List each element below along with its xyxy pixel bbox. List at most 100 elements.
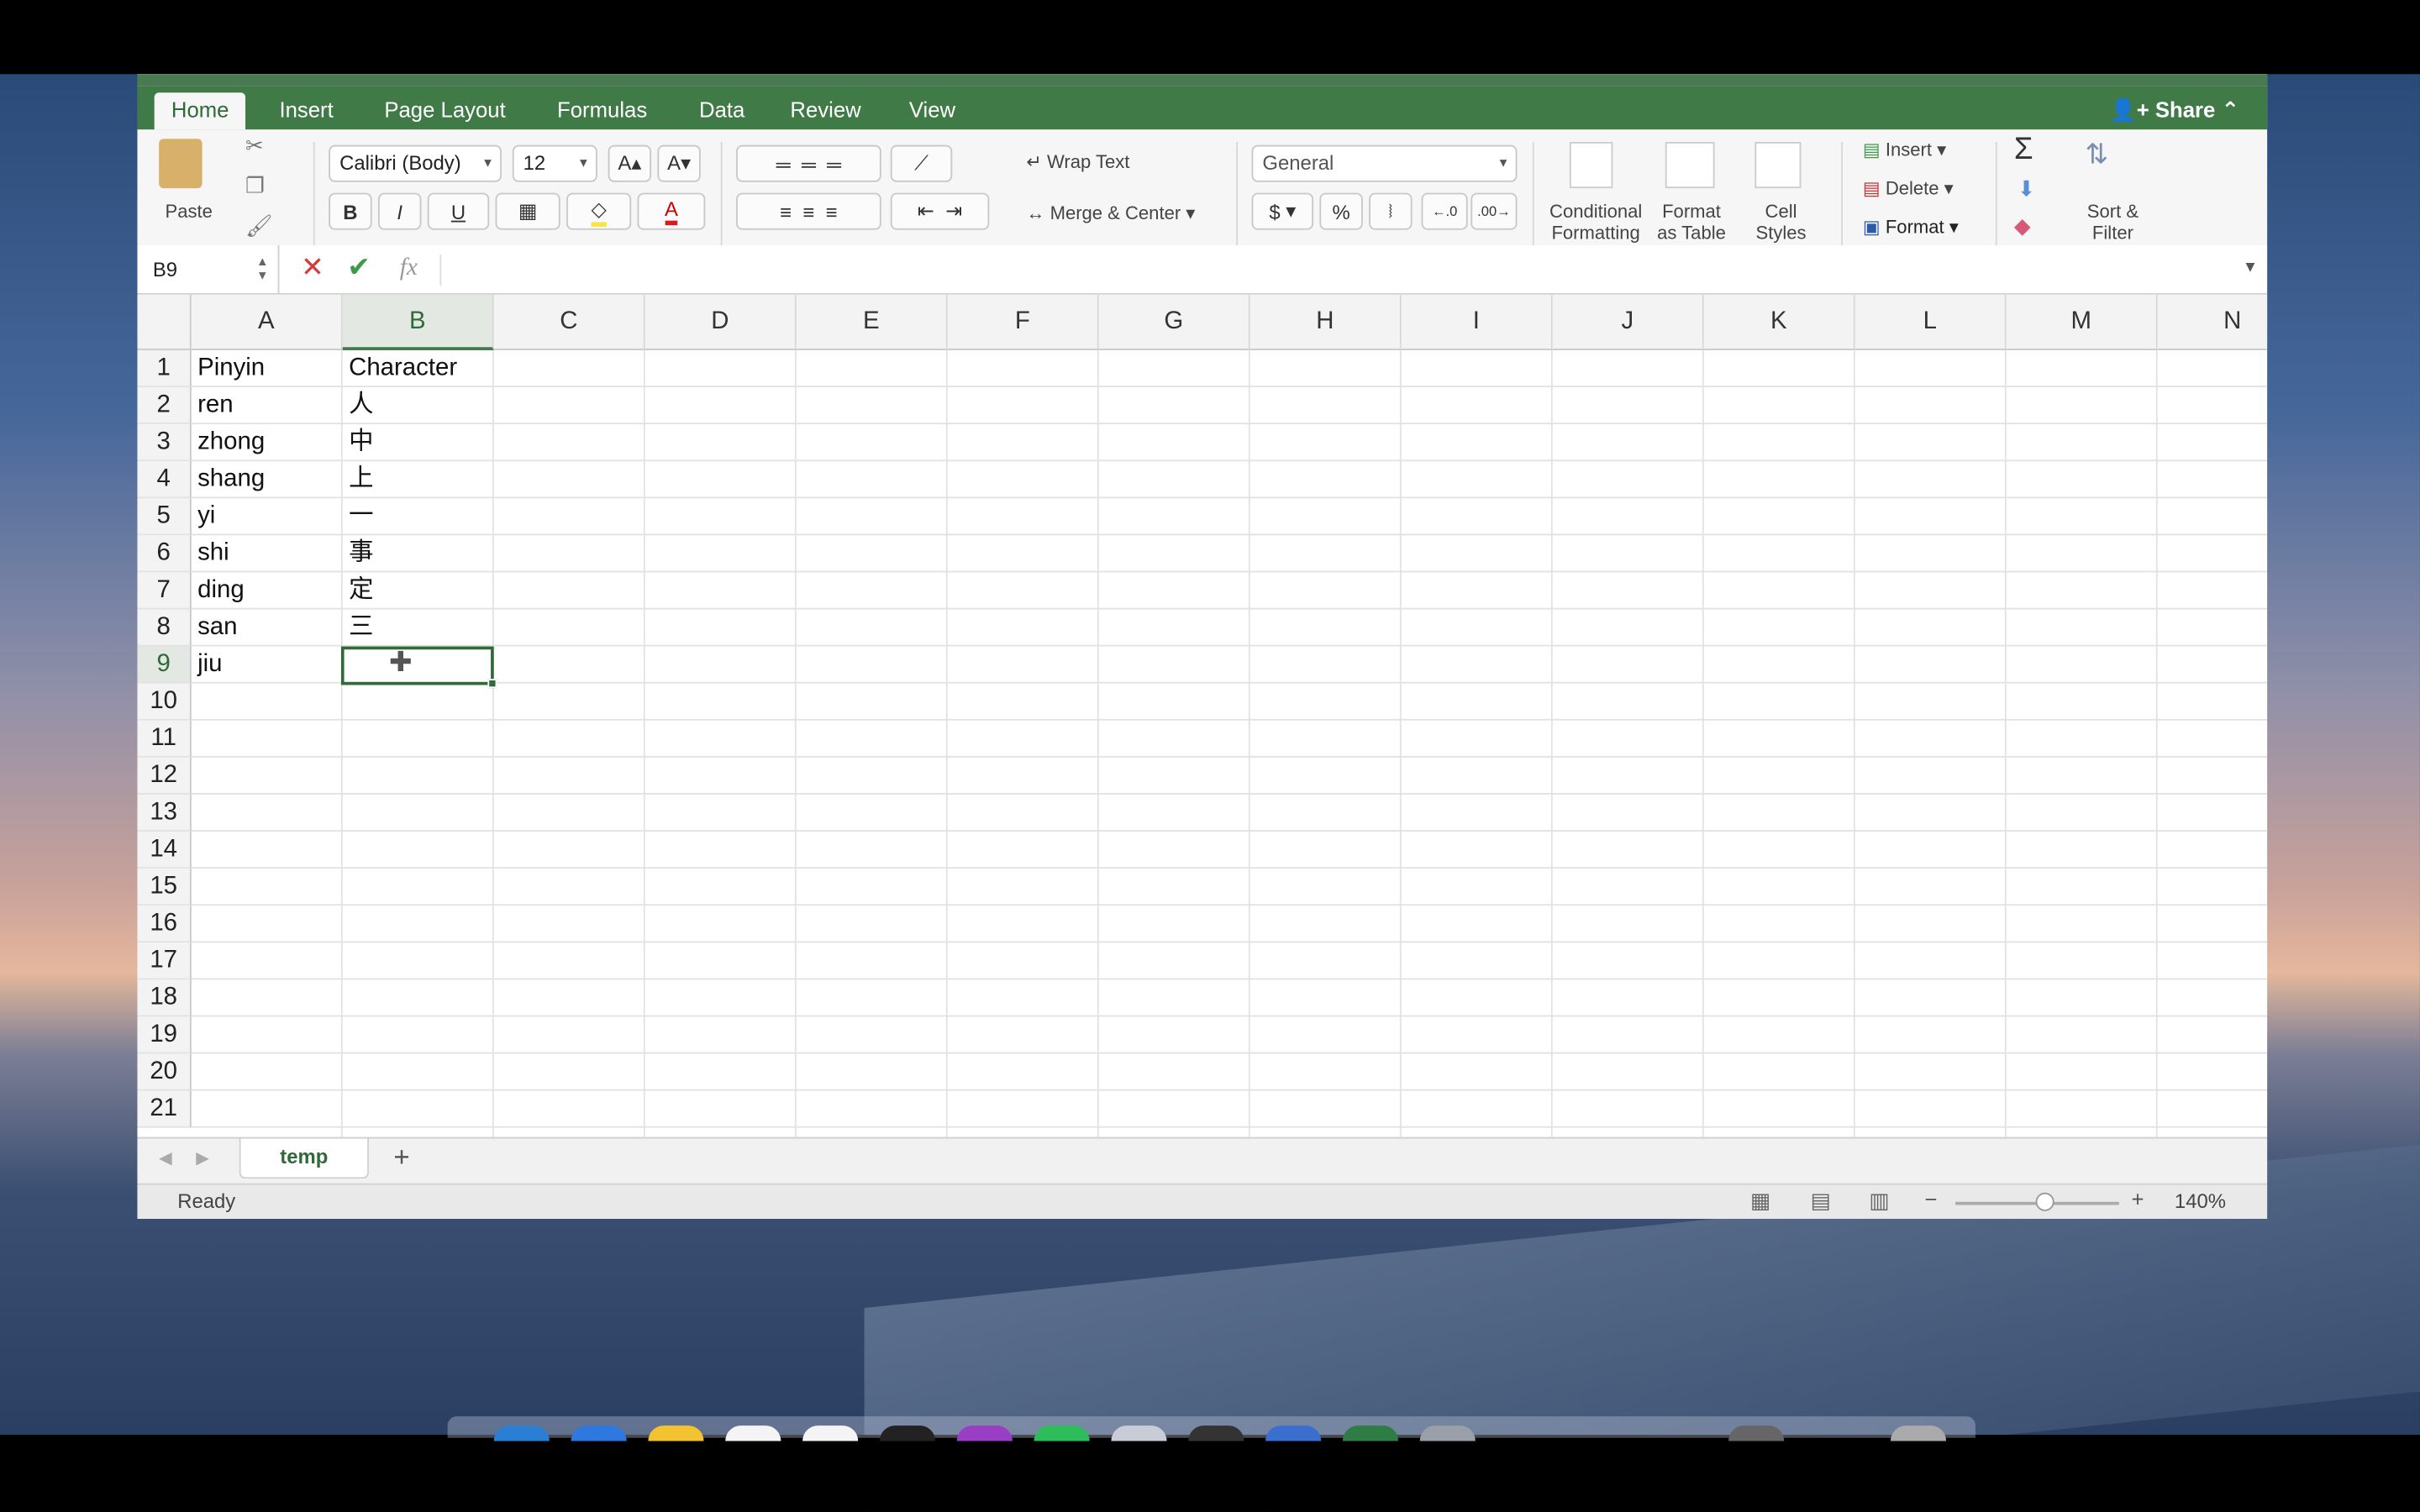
row-header-19[interactable]: 19 [137, 1016, 192, 1054]
cell-b5[interactable]: 一 [343, 498, 494, 535]
cell-a2[interactable]: ren [192, 387, 343, 424]
row-header-8[interactable]: 8 [137, 609, 192, 647]
preview-icon[interactable] [1111, 1425, 1167, 1441]
safari-icon[interactable] [571, 1425, 627, 1441]
messages-icon[interactable] [1034, 1425, 1090, 1441]
cell-b8[interactable]: 三 [343, 609, 494, 646]
tab-data[interactable]: Data [682, 92, 762, 129]
zoom-slider-thumb[interactable] [2035, 1192, 2054, 1211]
tab-page-layout[interactable]: Page Layout [367, 92, 523, 129]
cell-b1[interactable]: Character [343, 350, 494, 387]
browser-icon[interactable] [1265, 1425, 1322, 1441]
podcast-icon[interactable] [956, 1425, 1013, 1441]
sheet-tab-temp[interactable]: temp [239, 1138, 369, 1179]
cut-icon[interactable]: ✂ [245, 133, 264, 159]
row-header-11[interactable]: 11 [137, 720, 192, 758]
column-header-j[interactable]: J [1552, 294, 1704, 350]
zoom-in-icon[interactable]: + [2131, 1186, 2144, 1210]
increase-decimal-button[interactable]: ←.0 [1421, 192, 1468, 230]
conditional-formatting-button[interactable]: Conditional Formatting [1549, 201, 1642, 244]
cancel-icon[interactable]: ✕ [301, 251, 324, 284]
cell-a5[interactable]: yi [192, 498, 343, 535]
cell-styles-icon[interactable] [1754, 141, 1802, 189]
fill-handle[interactable] [487, 679, 497, 689]
row-header-10[interactable]: 10 [137, 683, 192, 721]
settings-icon[interactable] [1419, 1425, 1476, 1441]
fill-color-button[interactable]: ◇ [566, 192, 632, 230]
row-header-18[interactable]: 18 [137, 979, 192, 1017]
row-header-9[interactable]: 9 [137, 646, 192, 684]
align-right-icon[interactable]: ≡ [826, 200, 838, 223]
underline-button[interactable]: U [427, 192, 490, 230]
cell-styles-button[interactable]: Cell Styles [1747, 201, 1815, 244]
select-all-corner[interactable] [137, 294, 192, 350]
dock[interactable] [447, 1416, 1975, 1441]
cell-b3[interactable]: 中 [343, 424, 494, 461]
format-as-table-icon[interactable] [1665, 141, 1715, 189]
page-layout-view-icon[interactable]: ▤ [1810, 1188, 1830, 1214]
increase-font-size-button[interactable]: A▴ [608, 144, 652, 182]
zoom-out-icon[interactable]: − [1924, 1186, 1937, 1210]
row-header-6[interactable]: 6 [137, 535, 192, 573]
column-header-g[interactable]: G [1098, 294, 1250, 350]
selected-cell-outline[interactable] [340, 646, 497, 689]
currency-button[interactable]: $ ▾ [1251, 192, 1314, 230]
align-bottom-icon[interactable]: ═ [827, 152, 841, 176]
tab-view[interactable]: View [892, 92, 973, 129]
comma-style-button[interactable]: ⧘ [1369, 192, 1413, 230]
format-painter-icon[interactable]: 🖌 [245, 213, 273, 239]
column-header-d[interactable]: D [644, 294, 797, 350]
column-header-e[interactable]: E [796, 294, 948, 350]
decrease-decimal-button[interactable]: .00→ [1470, 192, 1518, 230]
merge-center-button[interactable]: ↔ Merge & Center ▾ [1026, 202, 1195, 224]
notes-icon[interactable] [648, 1425, 704, 1441]
align-top-icon[interactable]: ═ [776, 152, 791, 176]
delete-cells-button[interactable]: ▤ Delete ▾ [1863, 177, 1954, 199]
autosum-icon[interactable]: Σ [2014, 133, 2033, 168]
tab-insert[interactable]: Insert [262, 92, 350, 129]
text-icon[interactable] [725, 1425, 781, 1441]
tab-review[interactable]: Review [773, 92, 878, 129]
next-sheet-icon[interactable]: ▶ [196, 1148, 209, 1168]
indent-group[interactable]: ⇤ ⇥ [890, 192, 990, 230]
normal-view-icon[interactable]: ▦ [1750, 1188, 1770, 1214]
orientation-button[interactable]: ⟋ [890, 144, 953, 182]
cell-a7[interactable]: ding [192, 572, 343, 609]
row-header-4[interactable]: 4 [137, 461, 192, 499]
row-header-7[interactable]: 7 [137, 572, 192, 610]
excel-icon[interactable] [1342, 1425, 1399, 1441]
row-header-21[interactable]: 21 [137, 1090, 192, 1128]
bold-button[interactable]: B [329, 192, 372, 230]
column-header-a[interactable]: A [191, 294, 343, 350]
formula-input[interactable] [443, 245, 2233, 293]
paste-icon[interactable] [159, 139, 203, 189]
decrease-font-size-button[interactable]: A▾ [657, 144, 701, 182]
row-header-5[interactable]: 5 [137, 498, 192, 536]
format-as-table-button[interactable]: Format as Table [1647, 201, 1737, 244]
wrap-text-button[interactable]: ↵ Wrap Text [1026, 151, 1129, 173]
copy-icon[interactable]: ❐ [245, 173, 265, 199]
tab-home[interactable]: Home [154, 92, 246, 130]
cell-a3[interactable]: zhong [192, 424, 343, 461]
paste-label[interactable]: Paste [166, 201, 213, 223]
row-header-14[interactable]: 14 [137, 831, 192, 869]
column-header-l[interactable]: L [1854, 294, 2007, 350]
folder-icon[interactable] [1728, 1425, 1785, 1441]
sort-filter-icon[interactable]: ⇅ [2085, 139, 2108, 171]
page-break-view-icon[interactable]: ▥ [1869, 1188, 1889, 1214]
cell-b7[interactable]: 定 [343, 572, 494, 609]
row-header-20[interactable]: 20 [137, 1053, 192, 1091]
row-header-1[interactable]: 1 [137, 349, 192, 388]
cell-b6[interactable]: 事 [343, 535, 494, 572]
expand-formula-bar-icon[interactable]: ▼ [2243, 260, 2258, 276]
sort-filter-button[interactable]: Sort & Filter [2075, 201, 2149, 244]
cell-a1[interactable]: Pinyin [192, 350, 343, 387]
prev-sheet-icon[interactable]: ◀ [159, 1148, 172, 1168]
column-header-h[interactable]: H [1249, 294, 1402, 350]
collapse-ribbon-icon[interactable]: ⌃ [2221, 97, 2239, 122]
number-format-select[interactable]: General ▼ [1251, 144, 1518, 182]
column-header-k[interactable]: K [1703, 294, 1855, 350]
column-header-i[interactable]: I [1401, 294, 1553, 350]
column-header-n[interactable]: N [2157, 294, 2268, 350]
clear-icon[interactable]: ◆ [2014, 213, 2031, 239]
